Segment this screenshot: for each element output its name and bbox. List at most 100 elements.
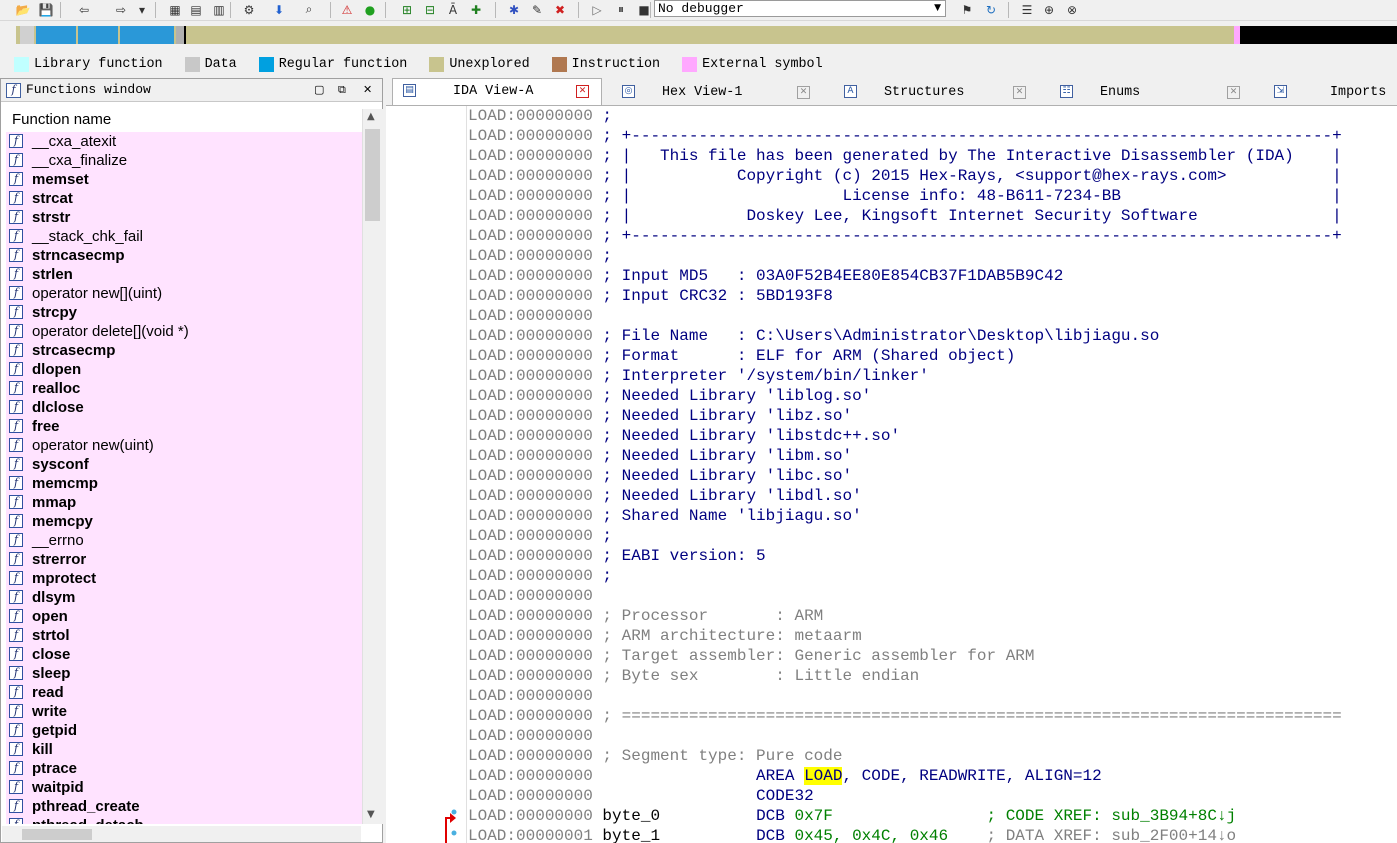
function-list-item[interactable]: f memcpy — [6, 512, 362, 531]
disasm-line[interactable]: LOAD:00000000 ; — [468, 246, 612, 266]
function-list-item[interactable]: f sysconf — [6, 455, 362, 474]
chevron-down-icon[interactable]: ▼ — [934, 1, 941, 16]
attach-icon[interactable]: ⊕ — [1040, 1, 1058, 18]
disasm-line[interactable]: LOAD:00000000 ; | This file has been gen… — [468, 146, 1342, 166]
function-list-item[interactable]: f strcasecmp — [6, 341, 362, 360]
play-icon[interactable]: ▷ — [588, 1, 606, 18]
disasm-line[interactable]: LOAD:00000000 ; EABI version: 5 — [468, 546, 766, 566]
disasm-line[interactable]: LOAD:00000000 ; File Name : C:\Users\Adm… — [468, 326, 1159, 346]
function-list-item[interactable]: f read — [6, 683, 362, 702]
save-icon[interactable]: 💾 — [37, 1, 55, 18]
disasm-line[interactable]: LOAD:00000000 byte_0 DCB 0x7F ; CODE XRE… — [468, 806, 1236, 826]
disasm-line[interactable]: LOAD:00000000 ; Input CRC32 : 5BD193F8 — [468, 286, 833, 306]
disasm-line[interactable]: LOAD:00000000 ; ========================… — [468, 706, 1342, 726]
hscrollbar-thumb[interactable] — [22, 829, 92, 840]
scroll-up-icon[interactable]: ▲ — [367, 111, 375, 122]
minimize-icon[interactable]: ▢ — [314, 79, 324, 101]
function-list-item[interactable]: f __errno — [6, 531, 362, 550]
list-icon[interactable]: ☰ — [1018, 1, 1036, 18]
patch-icon[interactable]: ⚙ — [240, 1, 258, 18]
function-list-item[interactable]: f __cxa_atexit — [6, 132, 362, 151]
function-list-item[interactable]: f getpid — [6, 721, 362, 740]
disasm-line[interactable]: LOAD:00000000 ; ARM architecture: metaar… — [468, 626, 862, 646]
function-list-item[interactable]: f strlen — [6, 265, 362, 284]
disasm-line[interactable]: LOAD:00000000 ; Input MD5 : 03A0F52B4EE8… — [468, 266, 1063, 286]
restore-icon[interactable]: ⧉ — [338, 79, 346, 101]
dropdown-icon[interactable]: ▾ — [133, 1, 151, 18]
debugger-select[interactable]: No debugger ▼ — [654, 0, 946, 17]
disasm-line[interactable]: LOAD:00000000 — [468, 726, 593, 746]
function-list-item[interactable]: f strerror — [6, 550, 362, 569]
function-list-item[interactable]: f dlopen — [6, 360, 362, 379]
arrow-down-icon[interactable]: ⬇ — [270, 1, 288, 18]
function-list-item[interactable]: f open — [6, 607, 362, 626]
navigation-strip[interactable] — [16, 26, 1397, 44]
tab-close-icon[interactable]: ✕ — [797, 86, 810, 99]
function-list-item[interactable]: f free — [6, 417, 362, 436]
disasm-line[interactable]: LOAD:00000000 ; Needed Library 'libstdc+… — [468, 426, 900, 446]
disasm-line[interactable]: LOAD:00000000 ; | Doskey Lee, Kingsoft I… — [468, 206, 1342, 226]
tab-hex-view-1[interactable]: ◎ Hex View-1 ✕ — [612, 80, 824, 105]
disasm-line[interactable]: LOAD:00000000 ; Target assembler: Generi… — [468, 646, 1035, 666]
function-list-item[interactable]: f __cxa_finalize — [6, 151, 362, 170]
function-list-item[interactable]: f operator new(uint) — [6, 436, 362, 455]
function-list-item[interactable]: f dlsym — [6, 588, 362, 607]
disasm-line[interactable]: LOAD:00000000 ; — [468, 106, 612, 126]
function-list-item[interactable]: f dlclose — [6, 398, 362, 417]
disasm-line[interactable]: LOAD:00000000 ; — [468, 526, 612, 546]
hex-edit-icon[interactable]: ▤ — [187, 1, 205, 18]
back-icon[interactable]: ⇦ — [75, 1, 93, 18]
disasm-line[interactable]: LOAD:00000000 ; Shared Name 'libjiagu.so… — [468, 506, 862, 526]
text-icon[interactable]: ▥ — [210, 1, 228, 18]
detach-icon[interactable]: ⊗ — [1063, 1, 1081, 18]
function-list-item[interactable]: f strncasecmp — [6, 246, 362, 265]
vertical-scrollbar[interactable]: ▲ ▼ — [362, 109, 383, 824]
disasm-line[interactable]: LOAD:00000000 ; +-----------------------… — [468, 126, 1342, 146]
add-letter-icon[interactable]: Ā — [444, 1, 462, 18]
function-list-item[interactable]: f ptrace — [6, 759, 362, 778]
function-list-item[interactable]: f memcmp — [6, 474, 362, 493]
function-list-item[interactable]: f pthread_create — [6, 797, 362, 816]
add-plus-icon[interactable]: ✚ — [467, 1, 485, 18]
star-icon[interactable]: ✱ — [505, 1, 523, 18]
tab-structures[interactable]: A Structures ✕ — [834, 80, 1040, 105]
disasm-line[interactable]: LOAD:00000000 — [468, 686, 593, 706]
debug2-icon[interactable]: ↻ — [982, 1, 1000, 18]
function-list-item[interactable]: f memset — [6, 170, 362, 189]
function-list-item[interactable]: f kill — [6, 740, 362, 759]
function-list-item[interactable]: f strcat — [6, 189, 362, 208]
forward-icon[interactable]: ⇨ — [112, 1, 130, 18]
disasm-line[interactable]: LOAD:00000000 ; Needed Library 'libc.so' — [468, 466, 852, 486]
function-list-item[interactable]: f write — [6, 702, 362, 721]
function-list-item[interactable]: f mprotect — [6, 569, 362, 588]
function-list-item[interactable]: f waitpid — [6, 778, 362, 797]
disasm-line[interactable]: LOAD:00000001 byte_1 DCB 0x45, 0x4C, 0x4… — [468, 826, 1236, 843]
function-list-item[interactable]: f strtol — [6, 626, 362, 645]
disasm-line[interactable]: LOAD:00000000 ; Format : ELF for ARM (Sh… — [468, 346, 1015, 366]
disasm-line[interactable]: LOAD:00000000 ; | License info: 48-B611-… — [468, 186, 1342, 206]
tab-enums[interactable]: ☷ Enums ✕ — [1050, 80, 1254, 105]
disasm-line[interactable]: LOAD:00000000 ; Needed Library 'libm.so' — [468, 446, 852, 466]
disasm-line[interactable]: LOAD:00000000 ; Needed Library 'liblog.s… — [468, 386, 871, 406]
disasm-line[interactable]: LOAD:00000000 ; Segment type: Pure code — [468, 746, 842, 766]
delete-icon[interactable]: ✖ — [551, 1, 569, 18]
debug-icon[interactable]: ⚑ — [958, 1, 976, 18]
disasm-line[interactable]: LOAD:00000000 ; — [468, 566, 612, 586]
disasm-line[interactable]: LOAD:00000000 CODE32 — [468, 786, 814, 806]
edit-icon[interactable]: ✎ — [528, 1, 546, 18]
function-list-item[interactable]: f operator delete[](void *) — [6, 322, 362, 341]
function-list-item[interactable]: f mmap — [6, 493, 362, 512]
tab-imports[interactable]: ⇲ Imports — [1264, 80, 1397, 105]
disasm-line[interactable]: LOAD:00000000 ; Needed Library 'libz.so' — [468, 406, 852, 426]
disassembly-view[interactable]: LOAD:00000000 ; LOAD:00000000 ; +--------… — [386, 106, 1397, 843]
function-name-column-header[interactable]: Function name — [2, 109, 361, 131]
function-list-item[interactable]: f realloc — [6, 379, 362, 398]
function-list-item[interactable]: f sleep — [6, 664, 362, 683]
function-list-item[interactable]: f pthread_detach — [6, 816, 362, 824]
close-icon[interactable]: ✕ — [363, 79, 372, 101]
function-list-item[interactable]: f strstr — [6, 208, 362, 227]
disasm-line[interactable]: LOAD:00000000 — [468, 306, 593, 326]
tab-close-icon[interactable]: ✕ — [1013, 86, 1026, 99]
disasm-line[interactable]: LOAD:00000000 ; | Copyright (c) 2015 Hex… — [468, 166, 1342, 186]
hex-icon[interactable]: ▦ — [166, 1, 184, 18]
